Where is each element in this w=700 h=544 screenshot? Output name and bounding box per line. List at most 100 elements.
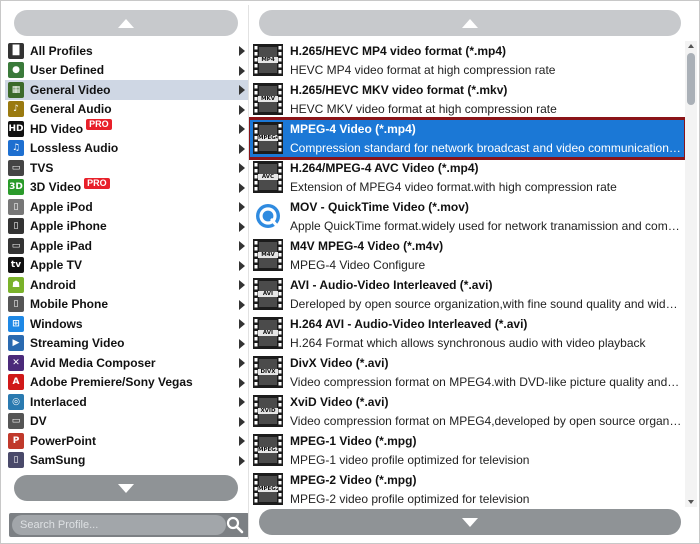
format-name: H.264 AVI - Audio-Video Interleaved (*.a…	[290, 317, 528, 331]
format-name: H.265/HEVC MKV video format (*.mkv)	[290, 83, 508, 97]
category-scroll-down-button[interactable]	[14, 475, 238, 501]
format-icon-label: MPEG4	[258, 135, 278, 141]
chevron-right-icon[interactable]	[239, 143, 245, 154]
search-icon[interactable]	[226, 516, 244, 534]
chevron-right-icon[interactable]	[239, 182, 245, 193]
chevron-right-icon[interactable]	[239, 202, 245, 212]
category-item[interactable]: P PowerPoint	[5, 431, 249, 451]
format-item[interactable]: DIVX DivX Video (*.avi) Video compression …	[249, 353, 685, 392]
chevron-right-icon[interactable]	[239, 436, 245, 446]
m4v-film-icon: M4V	[253, 239, 283, 271]
format-name: H.265/HEVC MP4 video format (*.mp4)	[290, 44, 507, 58]
format-list: MP4 H.265/HEVC MP4 video format (*.mp4) HE…	[249, 41, 685, 507]
chevron-right-icon[interactable]	[239, 416, 245, 427]
chevron-right-icon[interactable]	[239, 85, 245, 95]
category-item[interactable]: ♫ Lossless Audio	[5, 139, 249, 159]
category-item[interactable]: ▐▌ All Profiles	[5, 41, 249, 61]
chevron-right-icon[interactable]	[239, 124, 245, 134]
format-item[interactable]: MPEG4 MPEG-4 Video (*.mp4) Compression sta…	[249, 117, 685, 160]
category-item[interactable]: ▯ Mobile Phone	[5, 295, 249, 315]
format-scrollbar-thumb[interactable]	[687, 53, 695, 105]
format-item[interactable]: AVI AVI - Audio-Video Interleaved (*.avi)…	[249, 275, 685, 314]
search-bar	[9, 513, 249, 537]
category-item[interactable]: HD HD Video PRO	[5, 119, 249, 139]
chevron-right-icon[interactable]	[239, 163, 245, 173]
scrollbar-down-arrow-icon[interactable]	[688, 500, 694, 504]
category-item[interactable]: ▯ Apple iPod	[5, 197, 249, 217]
chevron-right-icon[interactable]	[239, 455, 245, 466]
format-scroll-down-button[interactable]	[259, 509, 681, 535]
interlaced-icon: ◎	[8, 393, 24, 410]
format-item[interactable]: AVC H.264/MPEG-4 AVC Video (*.mp4) Extensi…	[249, 158, 685, 197]
category-label: All Profiles	[30, 43, 93, 58]
chevron-right-icon[interactable]	[239, 338, 245, 349]
category-item[interactable]: ▯ Apple iPhone	[5, 217, 249, 237]
format-item[interactable]: MOV - QuickTime Video (*.mov) Apple Quick…	[249, 197, 685, 236]
chevron-right-icon[interactable]	[239, 241, 245, 251]
category-label: 3D Video	[30, 180, 82, 195]
category-item[interactable]: 3D 3D Video PRO	[5, 177, 249, 198]
category-item[interactable]: ⊞ Windows	[5, 314, 249, 334]
profile-selector-window: ▐▌ All Profiles ● User Defined ▦ General Vide…	[0, 0, 700, 544]
format-item[interactable]: XVID XviD Video (*.avi) Video compression …	[249, 392, 685, 431]
format-icon-label: AVI	[262, 291, 274, 297]
format-scroll-up-button[interactable]	[259, 10, 681, 36]
format-description: HEVC MP4 video format at high compressio…	[290, 63, 556, 77]
format-name: AVI - Audio-Video Interleaved (*.avi)	[290, 278, 493, 292]
chevron-right-icon[interactable]	[239, 299, 245, 310]
category-item[interactable]: ☗ Android	[5, 275, 249, 295]
mpeg4-film-icon: MPEG4	[253, 122, 283, 154]
pro-badge: PRO	[86, 119, 112, 131]
chevron-right-icon[interactable]	[239, 104, 245, 115]
search-input[interactable]	[12, 515, 226, 535]
chevron-right-icon[interactable]	[239, 319, 245, 329]
category-scroll-up-button[interactable]	[14, 10, 238, 36]
category-item[interactable]: ▯ SamSung	[5, 451, 249, 471]
format-item[interactable]: MP4 H.265/HEVC MP4 video format (*.mp4) HE…	[249, 41, 685, 80]
dv-icon: ▭	[8, 413, 24, 430]
chevron-right-icon[interactable]	[239, 65, 245, 76]
format-scrollbar-track[interactable]	[685, 41, 697, 507]
format-item[interactable]: MPEG1 MPEG-1 Video (*.mpg) MPEG-1 video pr…	[249, 431, 685, 470]
xvid-film-icon: XVID	[253, 395, 283, 427]
film-icon: ▦	[8, 81, 24, 98]
category-label: General Video	[30, 82, 111, 97]
category-label: SamSung	[30, 453, 86, 468]
format-description: MPEG-4 Video Configure	[290, 258, 426, 272]
category-item[interactable]: ✕ Avid Media Composer	[5, 353, 249, 373]
category-item[interactable]: tv Apple TV	[5, 256, 249, 276]
chevron-right-icon[interactable]	[239, 221, 245, 232]
format-name: MPEG-2 Video (*.mpg)	[290, 473, 417, 487]
mobile-phone-icon: ▯	[8, 296, 24, 313]
category-item[interactable]: ▦ General Video	[5, 80, 249, 100]
category-item[interactable]: ● User Defined	[5, 61, 249, 81]
category-item[interactable]: A Adobe Premiere/Sony Vegas	[5, 373, 249, 393]
format-item[interactable]: AVI H.264 AVI - Audio-Video Interleaved (…	[249, 314, 685, 353]
format-item[interactable]: MKV H.265/HEVC MKV video format (*.mkv) HE…	[249, 80, 685, 119]
format-description: Dereloped by open source organization,wi…	[290, 297, 682, 311]
chevron-right-icon[interactable]	[239, 397, 245, 407]
h264-avi-film-icon: AVI	[253, 317, 283, 349]
format-description: Apple QuickTime format.widely used for n…	[290, 219, 682, 233]
scrollbar-up-arrow-icon[interactable]	[688, 44, 694, 48]
category-item[interactable]: ▭ TVS	[5, 158, 249, 178]
category-label: Streaming Video	[30, 336, 125, 351]
format-name: M4V MPEG-4 Video (*.m4v)	[290, 239, 444, 253]
category-item[interactable]: ▭ DV	[5, 412, 249, 432]
format-item[interactable]: M4V M4V MPEG-4 Video (*.m4v) MPEG-4 Video …	[249, 236, 685, 275]
format-item[interactable]: MPEG2 MPEG-2 Video (*.mpg) MPEG-2 video pr…	[249, 470, 685, 507]
chevron-right-icon[interactable]	[239, 377, 245, 388]
category-item[interactable]: ♪ General Audio	[5, 100, 249, 120]
format-icon-label: MP4	[261, 57, 275, 63]
category-item[interactable]: ▭ Apple iPad	[5, 236, 249, 256]
chevron-right-icon[interactable]	[239, 358, 245, 368]
category-item[interactable]: ◎ Interlaced	[5, 392, 249, 412]
triangle-down-icon	[462, 517, 478, 527]
category-label: HD Video	[30, 121, 84, 136]
chevron-right-icon[interactable]	[239, 260, 245, 271]
category-item[interactable]: ▶ Streaming Video	[5, 334, 249, 354]
category-label: DV	[30, 414, 47, 429]
chevron-right-icon[interactable]	[239, 46, 245, 56]
category-label: PowerPoint	[30, 433, 97, 448]
chevron-right-icon[interactable]	[239, 280, 245, 290]
